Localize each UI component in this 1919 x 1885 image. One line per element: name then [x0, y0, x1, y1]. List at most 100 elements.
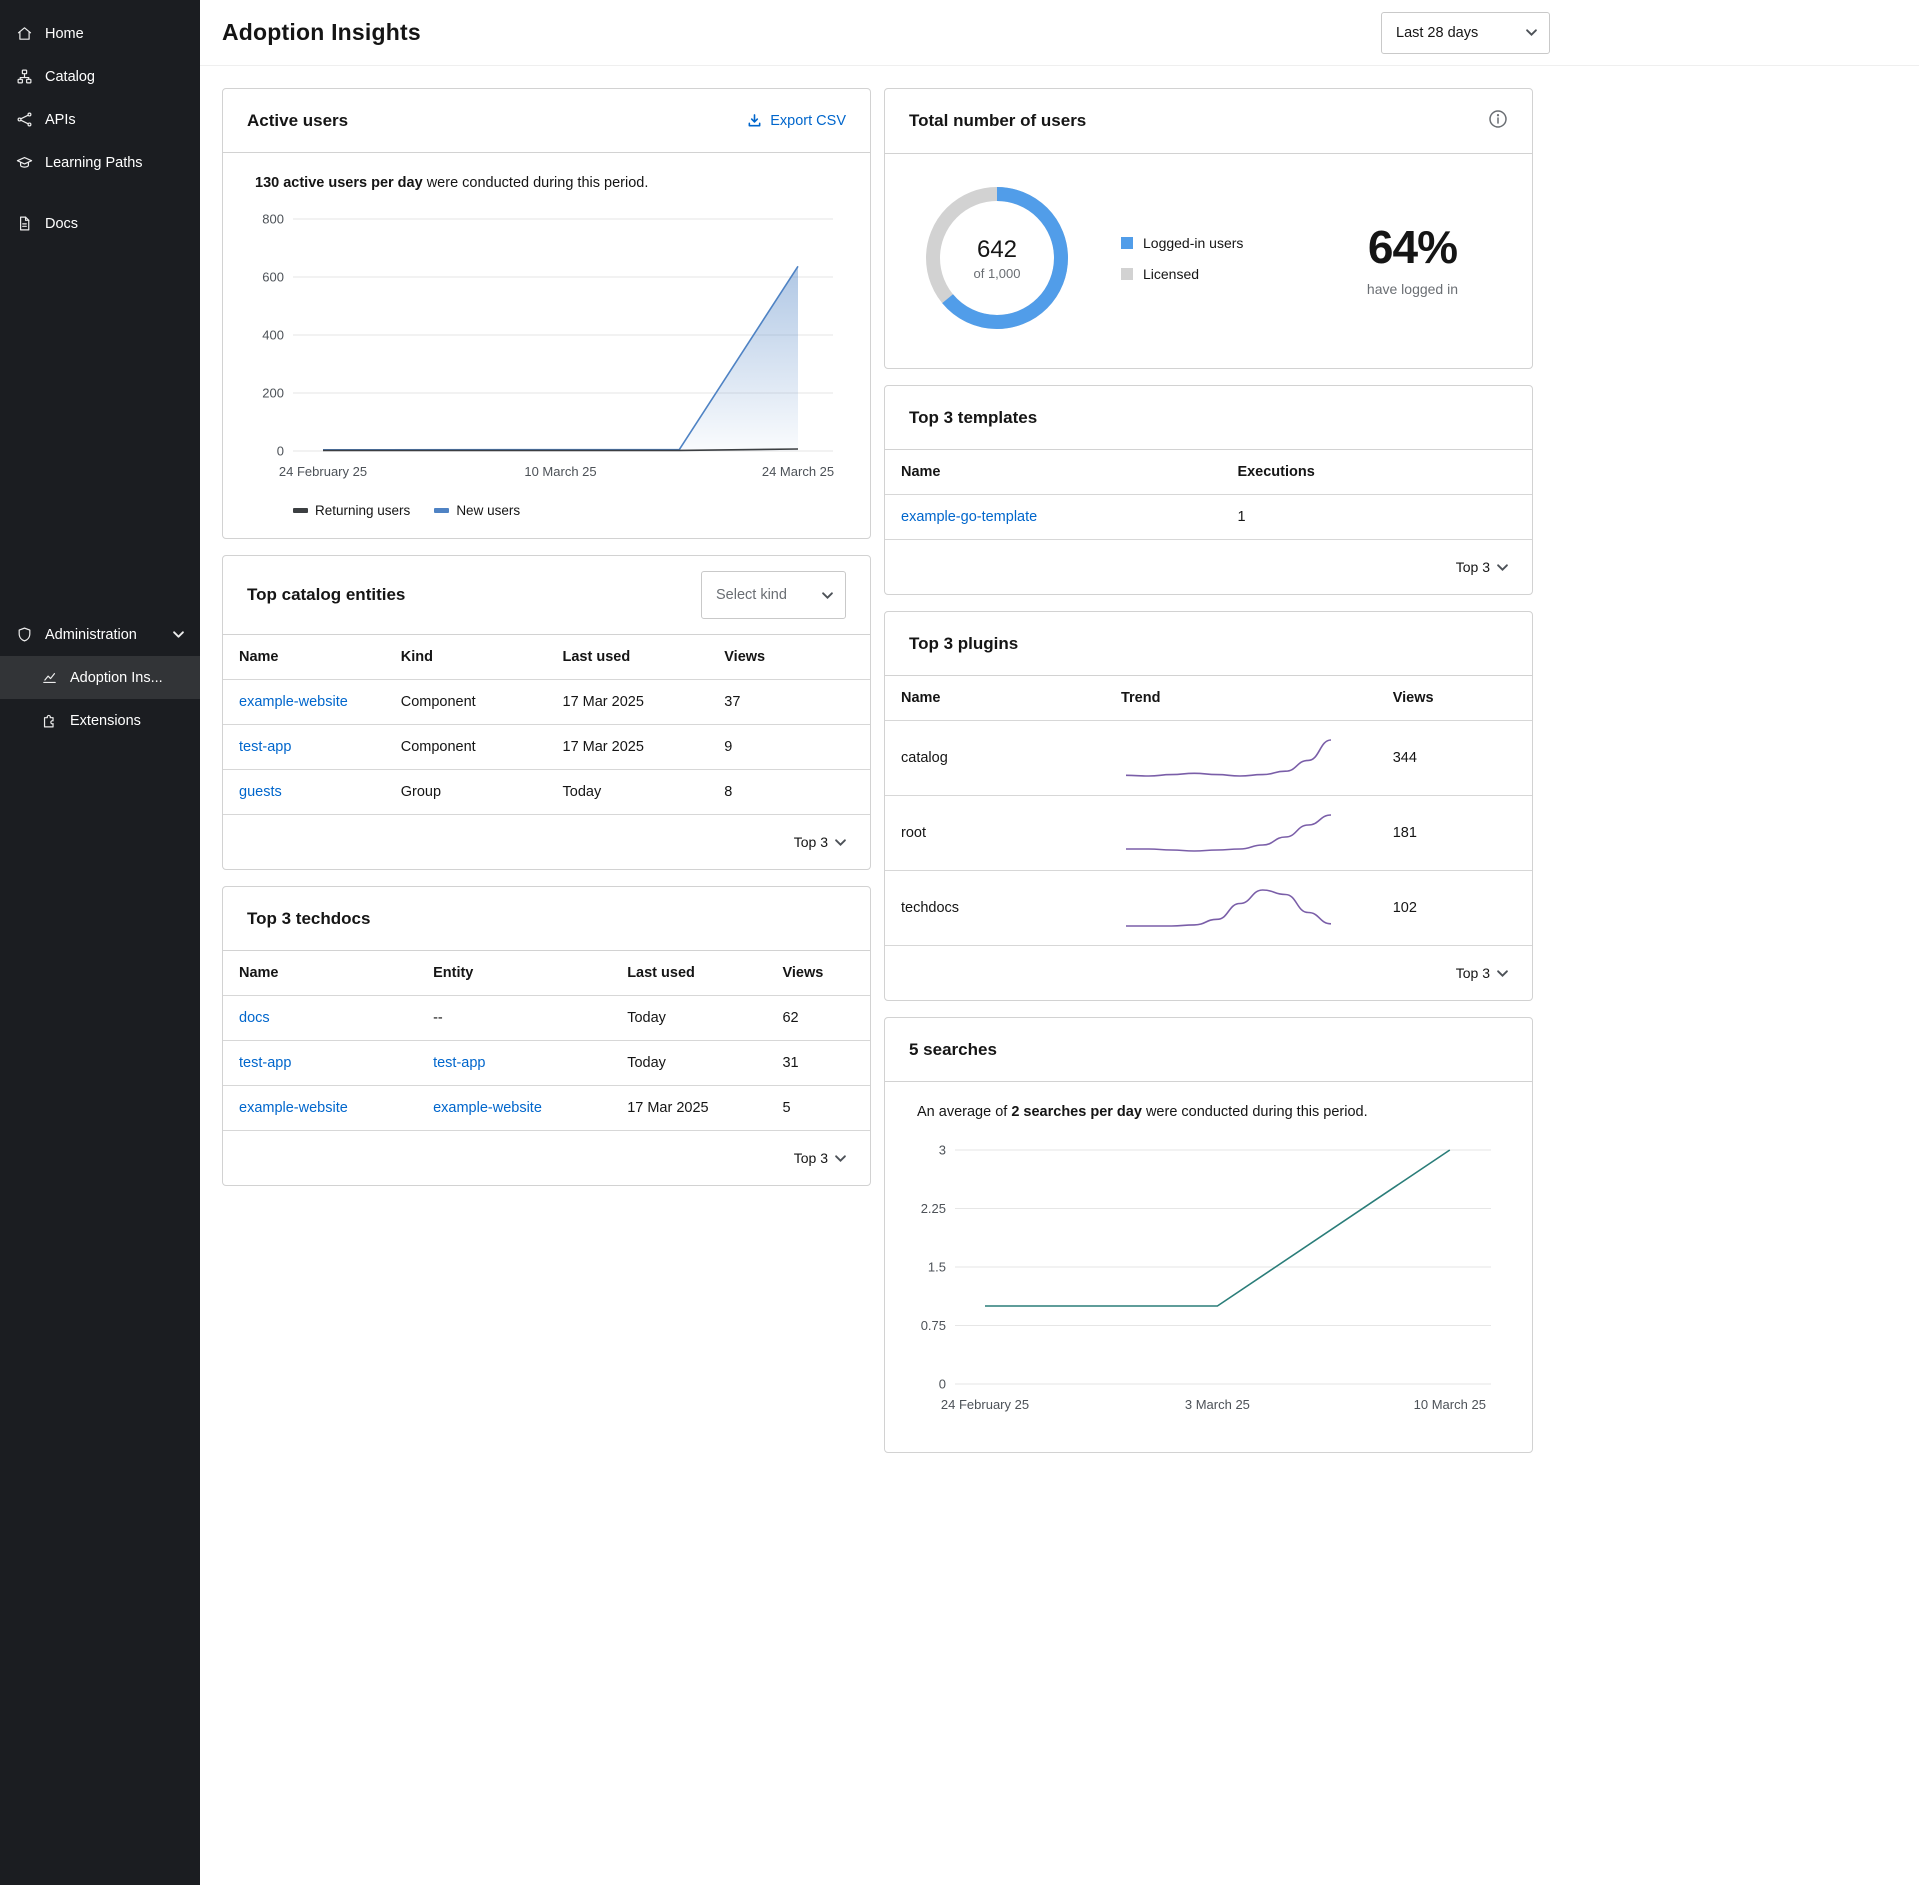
- main-content: Adoption Insights Last 28 days Active us…: [200, 0, 1919, 1885]
- sidebar-admin-group: Administration Adoption Ins... Extension…: [0, 613, 200, 742]
- svg-text:24 February 25: 24 February 25: [941, 1397, 1029, 1412]
- catalog-icon: [16, 68, 33, 85]
- rows-limit-select[interactable]: Top 3: [223, 1131, 870, 1185]
- column-header: Executions: [1221, 450, 1532, 495]
- top-catalog-entities-card: Top catalog entities Select kind Name Ki…: [222, 555, 871, 870]
- table-header-row: Name Trend Views: [885, 676, 1532, 721]
- chevron-down-icon: [173, 629, 184, 640]
- sidebar-item-home[interactable]: Home: [0, 12, 200, 55]
- export-csv-label: Export CSV: [770, 113, 846, 129]
- sidebar-item-administration[interactable]: Administration: [0, 613, 200, 656]
- column-header: Name: [885, 450, 1221, 495]
- sidebar-item-adoption-insights[interactable]: Adoption Ins...: [0, 656, 200, 699]
- sidebar-item-docs[interactable]: Docs: [0, 202, 200, 245]
- docs-icon: [16, 215, 33, 232]
- sidebar-item-label: Docs: [45, 216, 78, 232]
- table-header-row: Name Kind Last used Views: [223, 635, 870, 680]
- svg-text:0: 0: [939, 1377, 946, 1392]
- learning-paths-icon: [16, 154, 33, 171]
- entity-link[interactable]: test-app: [239, 739, 291, 755]
- plugins-table: Name Trend Views catalog 344 root: [885, 676, 1532, 946]
- svg-text:3: 3: [939, 1143, 946, 1158]
- entity-link[interactable]: guests: [239, 784, 282, 800]
- sidebar-item-extensions[interactable]: Extensions: [0, 699, 200, 742]
- sidebar-item-learning-paths[interactable]: Learning Paths: [0, 141, 200, 184]
- entity-link[interactable]: test-app: [433, 1055, 485, 1071]
- svg-text:200: 200: [262, 386, 284, 401]
- chevron-down-icon: [1497, 968, 1508, 979]
- trend-sparkline: [1121, 885, 1336, 931]
- column-header: Views: [766, 951, 870, 996]
- top-plugins-card: Top 3 plugins Name Trend Views catalog 3…: [884, 611, 1533, 1001]
- svg-text:0.75: 0.75: [921, 1318, 946, 1333]
- insights-icon: [41, 669, 58, 686]
- sidebar-item-label: Home: [45, 26, 84, 42]
- card-header: Active users Export CSV: [223, 89, 870, 153]
- searches-summary: An average of 2 searches per day were co…: [917, 1104, 1508, 1120]
- rows-limit-select[interactable]: Top 3: [223, 815, 870, 869]
- card-body: 130 active users per day were conducted …: [223, 153, 870, 538]
- shield-icon: [16, 626, 33, 643]
- sidebar-item-catalog[interactable]: Catalog: [0, 55, 200, 98]
- table-header-row: Name Entity Last used Views: [223, 951, 870, 996]
- entity-link[interactable]: example-website: [239, 694, 348, 710]
- card-header: Top catalog entities Select kind: [223, 556, 870, 635]
- techdoc-link[interactable]: docs: [239, 1010, 270, 1026]
- total-users-card: Total number of users 642 of 1,000: [884, 88, 1533, 369]
- techdoc-link[interactable]: test-app: [239, 1055, 291, 1071]
- column-header: Name: [223, 951, 417, 996]
- card-title: 5 searches: [909, 1040, 997, 1060]
- table-row: test-app Component 17 Mar 2025 9: [223, 725, 870, 770]
- template-link[interactable]: example-go-template: [901, 509, 1037, 525]
- card-title: Top 3 techdocs: [247, 909, 370, 929]
- chevron-down-icon: [822, 590, 833, 601]
- entity-link[interactable]: example-website: [433, 1100, 542, 1116]
- svg-text:0: 0: [277, 444, 284, 459]
- puzzle-piece-icon: [41, 712, 58, 729]
- svg-text:600: 600: [262, 270, 284, 285]
- select-kind-dropdown[interactable]: Select kind: [701, 571, 846, 619]
- card-header: Top 3 plugins: [885, 612, 1532, 676]
- page-header: Adoption Insights Last 28 days: [200, 0, 1919, 66]
- date-range-select[interactable]: Last 28 days: [1381, 12, 1550, 54]
- svg-text:1.5: 1.5: [928, 1260, 946, 1275]
- donut-legend: Logged-in users Licensed: [1121, 235, 1243, 282]
- table-row: docs -- Today 62: [223, 996, 870, 1041]
- rows-limit-select[interactable]: Top 3: [885, 946, 1532, 1000]
- sidebar-item-label: Administration: [45, 627, 137, 643]
- download-icon: [747, 113, 762, 128]
- sidebar-item-label: Learning Paths: [45, 155, 143, 171]
- legend-swatch-logged-in: [1121, 237, 1133, 249]
- column-header: Views: [1377, 676, 1532, 721]
- top-templates-card: Top 3 templates Name Executions example-…: [884, 385, 1533, 595]
- info-icon[interactable]: [1488, 109, 1508, 133]
- export-csv-button[interactable]: Export CSV: [747, 113, 846, 129]
- chevron-down-icon: [835, 837, 846, 848]
- table-row: guests Group Today 8: [223, 770, 870, 815]
- card-header: Top 3 templates: [885, 386, 1532, 450]
- active-users-chart: 020040060080024 February 2510 March 2524…: [247, 203, 847, 499]
- techdoc-link[interactable]: example-website: [239, 1100, 348, 1116]
- card-header: Total number of users: [885, 89, 1532, 154]
- svg-text:24 February 25: 24 February 25: [279, 464, 367, 479]
- catalog-entities-table: Name Kind Last used Views example-websit…: [223, 635, 870, 815]
- chevron-down-icon: [1526, 27, 1537, 38]
- table-row: example-website example-website 17 Mar 2…: [223, 1086, 870, 1131]
- column-header: Kind: [385, 635, 547, 680]
- column-header: Name: [223, 635, 385, 680]
- sidebar-item-label: Catalog: [45, 69, 95, 85]
- svg-text:3 March 25: 3 March 25: [1185, 1397, 1250, 1412]
- card-title: Top 3 plugins: [909, 634, 1018, 654]
- svg-text:400: 400: [262, 328, 284, 343]
- rows-limit-select[interactable]: Top 3: [885, 540, 1532, 594]
- sidebar-item-label: Extensions: [70, 713, 141, 729]
- table-header-row: Name Executions: [885, 450, 1532, 495]
- card-title: Top catalog entities: [247, 585, 405, 605]
- sidebar-item-apis[interactable]: APIs: [0, 98, 200, 141]
- table-row: test-app test-app Today 31: [223, 1041, 870, 1086]
- card-body: 642 of 1,000 Logged-in users Licensed: [885, 154, 1532, 368]
- card-title: Top 3 templates: [909, 408, 1037, 428]
- sidebar-item-label: APIs: [45, 112, 76, 128]
- card-header: 5 searches: [885, 1018, 1532, 1082]
- card-title: Total number of users: [909, 111, 1086, 131]
